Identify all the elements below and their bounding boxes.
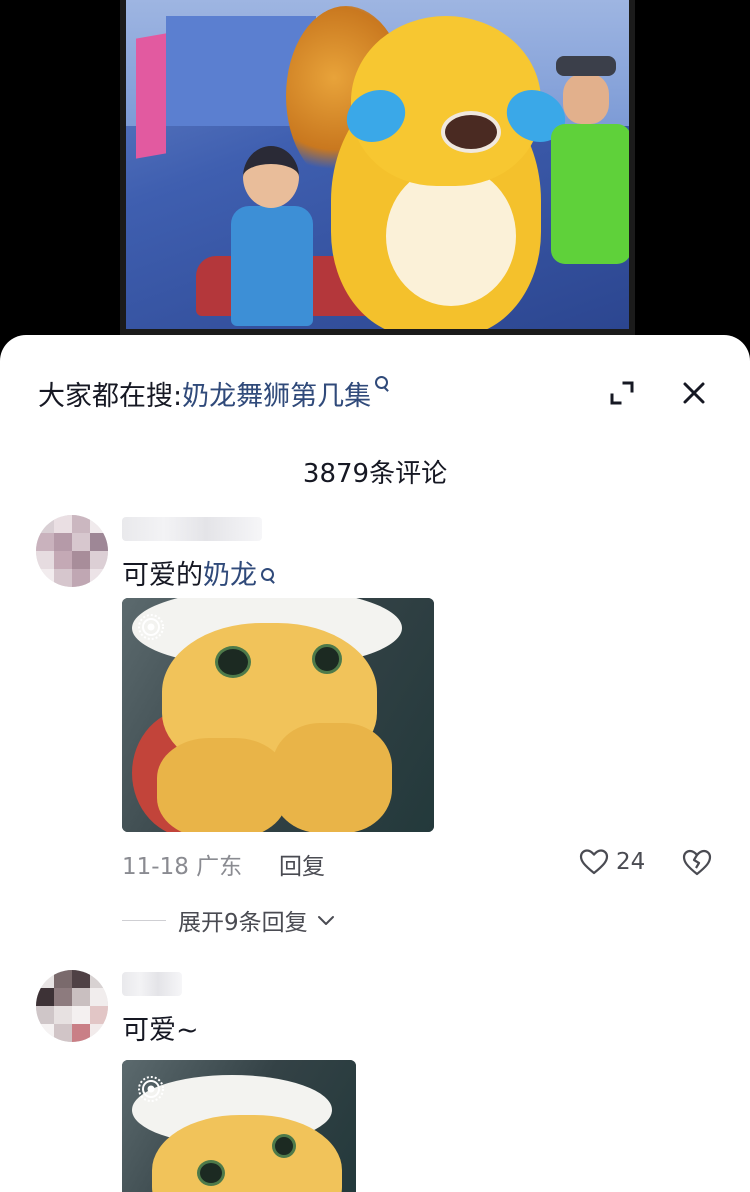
trending-search[interactable]: 大家都在搜: 奶龙舞狮第几集 (38, 373, 391, 413)
comment-keyword-link[interactable]: 奶龙 (203, 560, 257, 591)
live-photo-icon (136, 612, 166, 642)
divider-line (122, 919, 166, 921)
username-blurred[interactable] (122, 972, 182, 996)
search-icon (375, 376, 391, 392)
comment-meta: 11-18 广东 回复 24 (122, 845, 722, 881)
comment-count: 3879条评论 (302, 459, 448, 489)
dislike-button[interactable] (680, 845, 714, 879)
broken-heart-icon (682, 849, 712, 876)
comment-text: 可爱~ (122, 1008, 199, 1047)
video-scene (126, 0, 629, 329)
expand-replies-button[interactable]: 展开9条回复 (122, 903, 336, 937)
heart-icon (579, 849, 609, 875)
trending-search-term[interactable]: 奶龙舞狮第几集 (182, 374, 371, 413)
chevron-down-icon (317, 916, 334, 925)
search-icon (261, 568, 277, 584)
like-count: 24 (616, 849, 646, 875)
expand-icon[interactable] (602, 373, 642, 413)
cartoon-dragon (331, 16, 574, 329)
trending-search-prefix: 大家都在搜: (38, 380, 183, 412)
avatar[interactable] (36, 970, 108, 1042)
avatar[interactable] (36, 515, 108, 587)
comment-image[interactable] (122, 598, 434, 832)
cartoon-officer (551, 56, 629, 306)
video-frame (120, 0, 635, 335)
video-player[interactable] (0, 0, 750, 345)
username-blurred[interactable] (122, 517, 262, 541)
cartoon-boy (231, 146, 316, 329)
close-icon[interactable] (674, 373, 714, 413)
comment-text-plain: 可爱~ (122, 1015, 199, 1046)
like-button[interactable]: 24 (578, 845, 645, 879)
expand-replies-label: 展开9条回复 (178, 910, 308, 936)
live-photo-icon (136, 1074, 166, 1104)
comments-sheet: 大家都在搜: 奶龙舞狮第几集 3879条评论 可爱的奶龙 11-18 广东 回复… (0, 335, 750, 1192)
comment-date-location: 11-18 广东 (122, 854, 243, 880)
comment-image[interactable] (122, 1060, 356, 1192)
reply-button[interactable]: 回复 (279, 847, 325, 881)
comment-text: 可爱的奶龙 (122, 553, 277, 592)
comment-text-plain: 可爱的 (122, 560, 203, 591)
